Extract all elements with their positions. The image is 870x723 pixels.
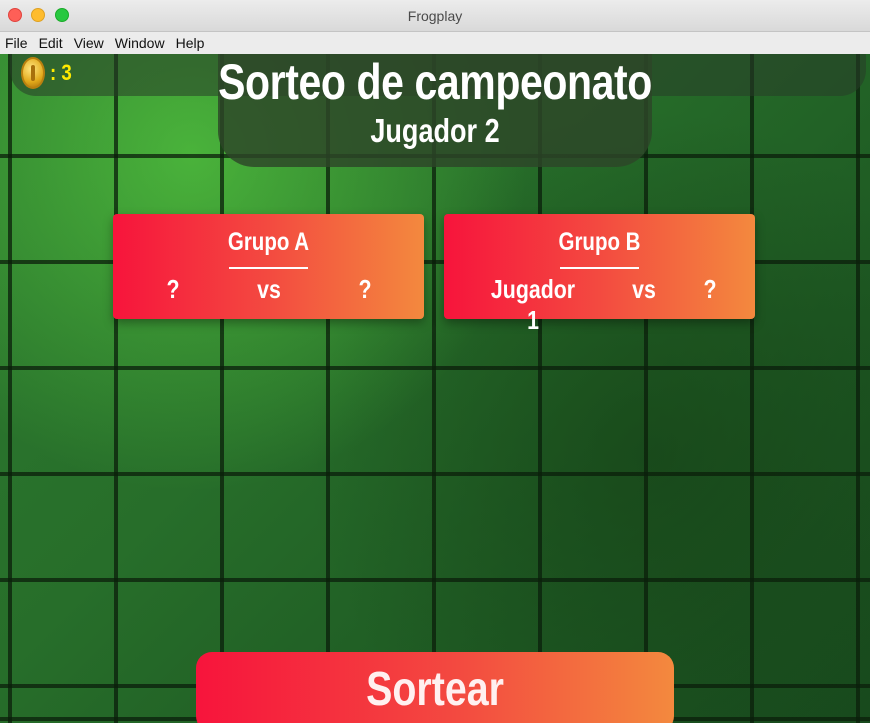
group-a-vs: vs bbox=[257, 274, 281, 304]
draw-button-label: Sortear bbox=[366, 663, 504, 716]
group-b-player1: Jugador 1 bbox=[490, 274, 576, 335]
coin-count: : 3 bbox=[50, 60, 72, 85]
menu-bar: File Edit View Window Help bbox=[0, 32, 870, 54]
group-name: Grupo B bbox=[558, 228, 641, 256]
menu-window[interactable]: Window bbox=[115, 35, 165, 51]
menu-view[interactable]: View bbox=[74, 35, 104, 51]
draw-button[interactable]: Sortear bbox=[196, 652, 674, 723]
group-card-b: Grupo B Jugador 1 vs ? bbox=[444, 214, 755, 335]
menu-help[interactable]: Help bbox=[176, 35, 205, 51]
menu-file[interactable]: File bbox=[5, 35, 28, 51]
menu-edit[interactable]: Edit bbox=[39, 35, 63, 51]
page-title: Sorteo de campeonato bbox=[218, 54, 652, 110]
coin-icon bbox=[21, 57, 45, 89]
group-name: Grupo A bbox=[227, 228, 310, 256]
title-bar: Frogplay bbox=[0, 0, 870, 32]
group-b-vs: vs bbox=[632, 274, 656, 304]
group-b-player2: ? bbox=[703, 274, 717, 304]
game-area: : 3 Sorteo de campeonato Jugador 2 Grupo… bbox=[0, 54, 870, 723]
group-underline bbox=[560, 267, 639, 269]
window-title: Frogplay bbox=[407, 8, 463, 24]
current-player-label: Jugador 2 bbox=[370, 112, 500, 149]
group-underline bbox=[229, 267, 308, 269]
group-a-player2: ? bbox=[358, 274, 372, 304]
group-card-a: Grupo A ? vs ? bbox=[113, 214, 424, 319]
group-a-player1: ? bbox=[166, 274, 180, 304]
